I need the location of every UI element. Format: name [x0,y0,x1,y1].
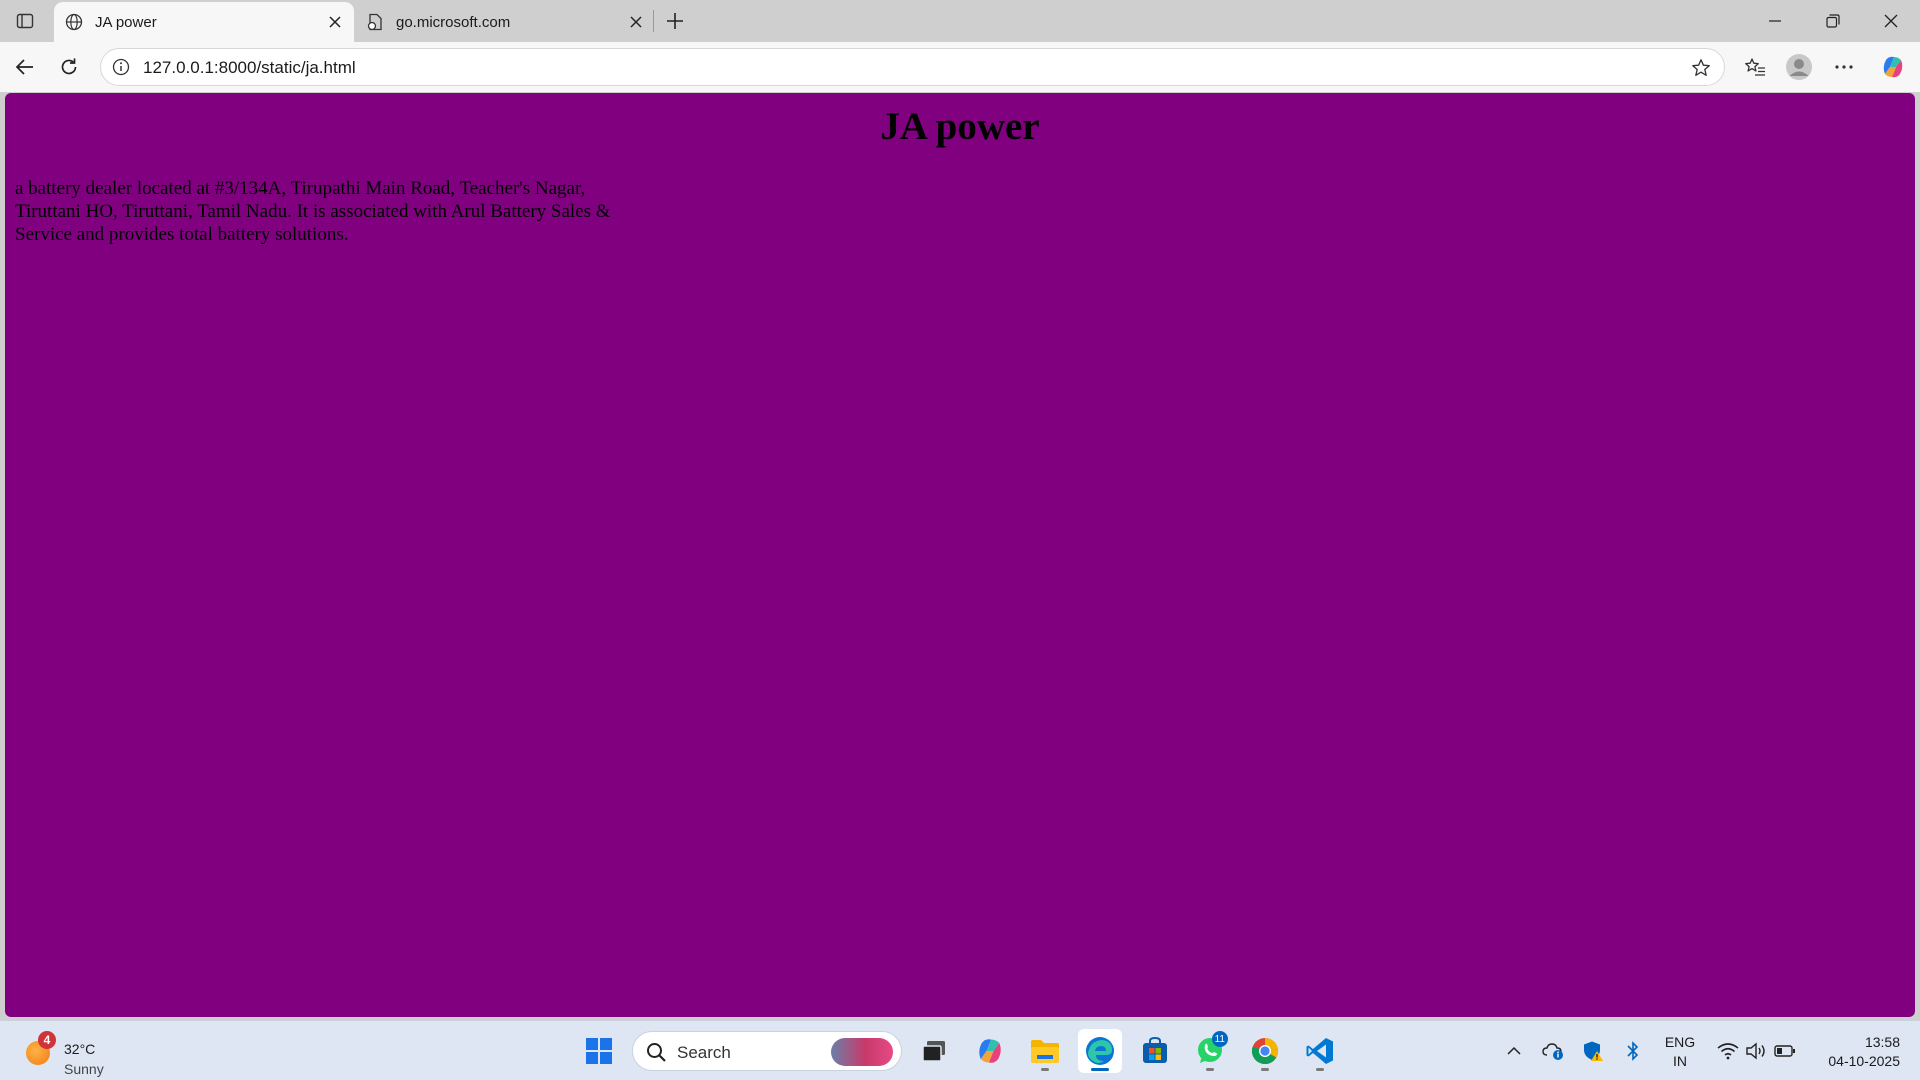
search-placeholder: Search [677,1043,731,1062]
whatsapp-badge: 11 [1211,1031,1228,1047]
sidebar-toggle-icon [16,13,34,29]
region-code: IN [1673,1053,1687,1069]
navigation-bar: 127.0.0.1:8000/static/ja.html [0,42,1920,92]
minimize-icon [1769,20,1781,22]
weather-badge: 4 [38,1031,56,1049]
language-code: ENG [1664,1034,1696,1050]
running-indicator [1261,1068,1269,1071]
bluetooth-tray[interactable] [1618,1021,1648,1080]
whatsapp-app[interactable]: 11 [1188,1029,1232,1073]
vscode-app[interactable] [1298,1029,1342,1073]
running-indicator [1206,1068,1214,1071]
tab-strip: JA power go.microsoft.com [0,0,1920,42]
page-loading-icon [365,12,385,32]
tab-ja-power[interactable]: JA power [54,2,354,42]
plus-icon [667,13,683,29]
speaker-icon [1746,1042,1765,1060]
edge-app[interactable] [1078,1029,1122,1073]
weather-condition: Sunny [64,1061,104,1077]
input-language-indicator[interactable]: ENG IN [1654,1033,1706,1071]
onedrive-tray[interactable] [1538,1021,1568,1080]
restore-button[interactable] [1804,0,1862,42]
taskbar: 4 32°C Sunny Search 11 ENG IN 13:58 04-1… [0,1020,1920,1080]
taskbar-search[interactable]: Search [632,1031,902,1071]
store-icon [1143,1036,1167,1063]
folder-icon [1031,1040,1059,1063]
favorite-star-icon[interactable] [1688,55,1714,81]
clock-time: 13:58 [1864,1034,1900,1050]
chevron-up-icon [1507,1046,1521,1055]
task-view-icon [922,1041,945,1062]
copilot-button[interactable] [1876,50,1910,84]
address-bar[interactable]: 127.0.0.1:8000/static/ja.html [100,48,1725,86]
avatar-icon [1786,54,1812,80]
edge-icon [1086,1037,1114,1065]
wifi-icon [1717,1043,1739,1060]
shield-warning-icon [1584,1041,1603,1061]
close-icon [1884,14,1898,28]
site-info-icon[interactable] [111,57,131,77]
start-button[interactable] [577,1029,621,1073]
weather-widget[interactable]: 4 32°C Sunny [24,1031,134,1077]
copilot-icon [1883,56,1903,78]
cloud-info-icon [1542,1043,1563,1060]
restore-icon [1826,14,1840,28]
show-hidden-icons-button[interactable] [1500,1021,1528,1080]
weather-temperature: 32°C [64,1041,96,1057]
back-arrow-icon [15,59,33,75]
page-title: JA power [880,105,1040,148]
battery-tray[interactable] [1770,1021,1800,1080]
clock-date: 04-10-2025 [1828,1053,1900,1069]
tab-go-microsoft[interactable]: go.microsoft.com [355,2,655,42]
new-tab-button[interactable] [660,6,690,36]
copilot-icon [979,1039,1001,1063]
network-tray[interactable] [1714,1021,1742,1080]
windows-logo-icon [586,1038,612,1064]
tab-title: JA power [95,13,157,31]
system-clock[interactable]: 13:58 04-10-2025 [1806,1033,1900,1071]
search-highlight-image [831,1038,893,1066]
running-indicator [1316,1068,1324,1071]
url-text[interactable]: 127.0.0.1:8000/static/ja.html [143,58,356,78]
profile-button[interactable] [1782,50,1816,84]
back-button[interactable] [8,50,42,84]
page-viewport: JA power a battery dealer located at #3/… [5,93,1915,1017]
close-tab-icon[interactable] [320,7,350,37]
search-icon [645,1041,667,1063]
task-view-button[interactable] [912,1029,956,1073]
copilot-app[interactable] [968,1029,1012,1073]
refresh-icon [61,58,77,75]
business-description: a battery dealer located at #3/134A, Tir… [15,178,611,245]
more-dots-icon [1835,65,1853,69]
volume-tray[interactable] [1742,1021,1770,1080]
settings-more-button[interactable] [1827,50,1861,84]
chrome-app[interactable] [1243,1029,1287,1073]
bluetooth-icon [1627,1041,1639,1061]
tab-actions-button[interactable] [10,6,40,36]
globe-icon [64,12,84,32]
security-tray[interactable] [1578,1021,1608,1080]
chrome-icon [1251,1037,1279,1065]
vscode-icon [1306,1038,1333,1064]
file-explorer-app[interactable] [1023,1029,1067,1073]
refresh-button[interactable] [52,50,86,84]
close-window-button[interactable] [1862,0,1920,42]
tab-separator [653,10,654,32]
close-tab-icon[interactable] [621,7,651,37]
minimize-button[interactable] [1746,0,1804,42]
tab-title: go.microsoft.com [396,13,511,31]
active-indicator [1091,1068,1109,1071]
running-indicator [1041,1068,1049,1071]
favorites-list-icon [1745,58,1765,76]
favorites-button[interactable] [1738,50,1772,84]
battery-icon [1774,1045,1795,1057]
store-app[interactable] [1133,1029,1177,1073]
